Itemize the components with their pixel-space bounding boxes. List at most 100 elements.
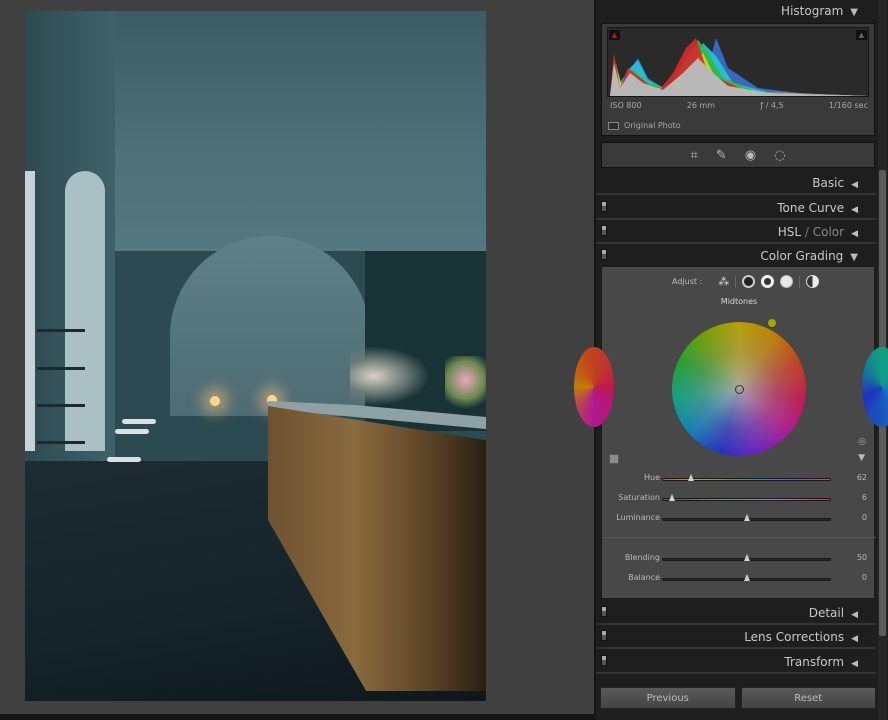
photo-flowers <box>445 356 486 416</box>
global-icon[interactable] <box>806 275 820 288</box>
histogram-graph[interactable]: ▲ ▲ <box>607 27 869 97</box>
crop-icon[interactable]: ⌗ <box>691 149 698 162</box>
expand-left-icon: ◀ <box>851 610 858 620</box>
original-photo-toggle[interactable]: Original Photo <box>608 121 681 130</box>
adjust-mode-bar: Adjust : ⁂ <box>672 275 820 288</box>
shadows-icon[interactable] <box>742 275 756 288</box>
panel-toggle-switch[interactable] <box>601 606 607 617</box>
wheel-label: Midtones <box>720 297 758 306</box>
luminance-slider[interactable]: Luminance 0 <box>602 512 876 526</box>
slider-thumb[interactable] <box>687 474 694 481</box>
hsl-separator: / <box>801 225 813 239</box>
divider <box>799 275 801 288</box>
panel-toggle-switch[interactable] <box>601 655 607 666</box>
expand-left-icon: ◀ <box>851 205 858 215</box>
photo-shelf <box>37 367 85 370</box>
exif-iso: ISO 800 <box>610 101 642 110</box>
expand-left-icon: ◀ <box>851 229 858 239</box>
highlights-wheel-peek[interactable] <box>862 347 888 427</box>
three-way-icon[interactable]: ⁂ <box>718 275 729 288</box>
histogram-panel: ▲ ▲ ISO 800 26 mm ƒ / 4,5 1/160 sec Orig… <box>601 23 875 136</box>
eye-icon[interactable]: ◎ <box>858 437 866 447</box>
histogram-title: Histogram <box>781 4 844 18</box>
reset-button[interactable]: Reset <box>740 687 876 709</box>
midtones-color-wheel[interactable] <box>672 322 806 456</box>
highlight-clipping-toggle[interactable]: ▲ <box>856 30 867 40</box>
healing-icon[interactable]: ✎ <box>716 149 727 162</box>
slider-thumb[interactable] <box>743 554 750 561</box>
slider-label: Saturation <box>618 493 660 502</box>
clip-triangle-icon: ▲ <box>611 31 618 39</box>
panel-toggle-switch[interactable] <box>601 201 607 212</box>
histogram-plot <box>610 38 868 96</box>
midtones-icon[interactable] <box>761 275 775 288</box>
hue-slider[interactable]: Hue 62 <box>602 472 876 486</box>
section-divider <box>602 537 876 538</box>
photo-shelf <box>37 329 85 332</box>
red-eye-icon[interactable]: ◉ <box>745 149 756 162</box>
slider-thumb[interactable] <box>743 574 750 581</box>
section-lens-corrections[interactable]: Lens Corrections ◀ <box>596 625 876 649</box>
slider-track[interactable] <box>662 498 831 501</box>
photo-shelf <box>37 441 85 444</box>
section-basic[interactable]: Basic ◀ <box>596 171 876 195</box>
section-title: Transform <box>784 655 845 669</box>
color-grading-panel: Adjust : ⁂ Midtones ◎ ▼ Hue 62 Saturatio… <box>574 266 888 599</box>
wheel-options-icon[interactable]: ▼ <box>858 453 865 463</box>
original-photo-checkbox[interactable] <box>608 121 619 130</box>
balance-slider[interactable]: Balance 0 <box>602 572 876 586</box>
slider-value[interactable]: 0 <box>862 573 867 582</box>
wheel-center-handle[interactable] <box>735 385 744 394</box>
photo-stool <box>107 457 141 462</box>
adjust-label: Adjust : <box>672 277 703 286</box>
panel-toggle-switch[interactable] <box>601 225 607 236</box>
blending-slider[interactable]: Blending 50 <box>602 552 876 566</box>
highlights-icon[interactable] <box>780 275 794 288</box>
section-hsl-color[interactable]: HSL / Color ◀ <box>596 220 876 244</box>
shadows-wheel-peek[interactable] <box>574 347 614 427</box>
photo-window <box>25 171 35 451</box>
exif-info: ISO 800 26 mm ƒ / 4,5 1/160 sec <box>610 101 868 110</box>
saturation-slider[interactable]: Saturation 6 <box>602 492 876 506</box>
slider-value[interactable]: 6 <box>862 493 867 502</box>
photo-preview[interactable] <box>25 11 486 701</box>
filmstrip-divider <box>0 714 594 720</box>
color-swatch[interactable] <box>609 454 619 464</box>
histogram-header[interactable]: Histogram ▼ <box>596 0 876 22</box>
develop-right-panel: Histogram ▼ ▲ ▲ ISO 800 26 mm ƒ / 4,5 1/1… <box>574 0 888 720</box>
section-tone-curve[interactable]: Tone Curve ◀ <box>596 196 876 220</box>
slider-label: Luminance <box>616 513 660 522</box>
panel-toggle-switch[interactable] <box>601 249 607 260</box>
slider-value[interactable]: 0 <box>862 513 867 522</box>
photo-shelf <box>37 404 85 407</box>
exif-focal-length: 26 mm <box>686 101 716 110</box>
photo-stool <box>122 419 156 424</box>
exif-aperture: ƒ / 4,5 <box>760 101 784 110</box>
photo-arch <box>65 171 105 451</box>
previous-button[interactable]: Previous <box>600 687 736 709</box>
slider-label: Hue <box>643 473 660 482</box>
shadow-clipping-toggle[interactable]: ▲ <box>609 30 620 40</box>
section-color-grading[interactable]: Color Grading ▼ <box>596 244 876 268</box>
photo-stool <box>115 429 149 434</box>
panel-toggle-switch[interactable] <box>601 630 607 641</box>
section-title: Detail <box>808 606 845 620</box>
original-photo-label: Original Photo <box>624 121 681 130</box>
slider-thumb[interactable] <box>669 494 676 501</box>
slider-label: Balance <box>628 573 660 582</box>
hue-handle[interactable] <box>768 319 776 327</box>
tab-color[interactable]: Color <box>813 225 844 239</box>
photo-lamp <box>210 396 220 406</box>
collapse-down-icon: ▼ <box>850 252 858 263</box>
slider-value[interactable]: 50 <box>857 553 867 562</box>
slider-value[interactable]: 62 <box>857 473 867 482</box>
slider-thumb[interactable] <box>743 514 750 521</box>
image-canvas <box>0 0 594 714</box>
section-detail[interactable]: Detail ◀ <box>596 601 876 625</box>
section-title: Basic <box>812 176 845 190</box>
section-title: Tone Curve <box>777 201 845 215</box>
masking-icon[interactable]: ◌ <box>774 149 785 162</box>
expand-left-icon: ◀ <box>851 659 858 669</box>
section-transform[interactable]: Transform ◀ <box>596 650 876 674</box>
tab-hsl[interactable]: HSL <box>778 225 801 239</box>
